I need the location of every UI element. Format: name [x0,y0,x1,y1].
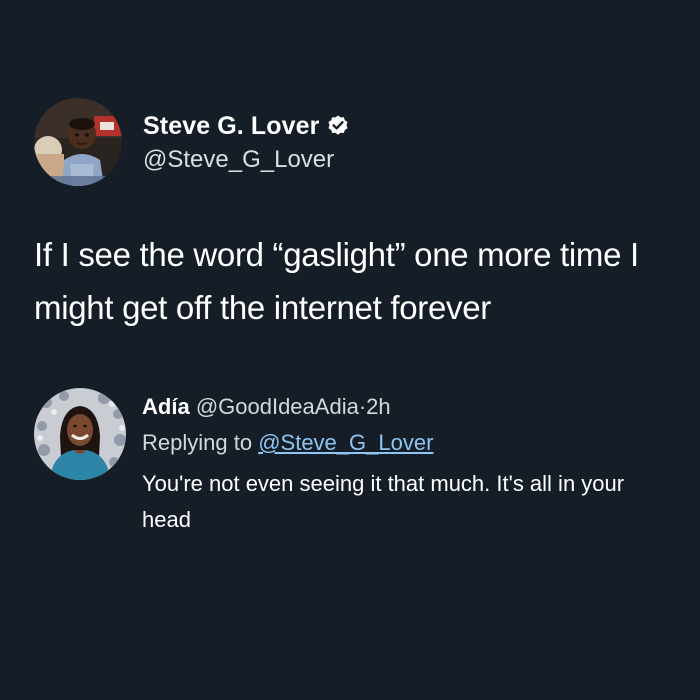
child-portrait-avatar [34,98,122,186]
reply-author-handle[interactable]: @GoodIdeaAdia [196,394,359,419]
reply-timestamp[interactable]: 2h [366,394,390,419]
author-display-name[interactable]: Steve G. Lover [143,112,319,141]
screenshot-canvas: Steve G. Lover @Steve_G_Lover If I see t… [0,0,700,700]
reply-meta: Adía @GoodIdeaAdia·2h [142,390,662,424]
author-block: Steve G. Lover @Steve_G_Lover [143,110,350,174]
name-row: Steve G. Lover [143,110,350,142]
tweet-text: If I see the word “gaslight” one more ti… [34,236,639,326]
verified-badge-icon [326,114,350,138]
replying-to-link[interactable]: @Steve_G_Lover [258,430,433,455]
reply-author-avatar[interactable] [34,388,126,480]
author-avatar[interactable] [34,98,122,186]
reply-author-display-name[interactable]: Adía [142,394,190,419]
tweet-header: Steve G. Lover @Steve_G_Lover [34,96,350,188]
reply-tweet[interactable]: Adía @GoodIdeaAdia·2h Replying to @Steve… [34,388,674,538]
woman-portrait-avatar [34,388,126,480]
replying-to-line: Replying to @Steve_G_Lover [142,426,662,460]
reply-text: You're not even seeing it that much. It'… [142,471,625,532]
reply-body: Adía @GoodIdeaAdia·2h Replying to @Steve… [142,388,662,538]
replying-to-prefix: Replying to [142,430,253,455]
author-handle[interactable]: @Steve_G_Lover [143,146,350,174]
